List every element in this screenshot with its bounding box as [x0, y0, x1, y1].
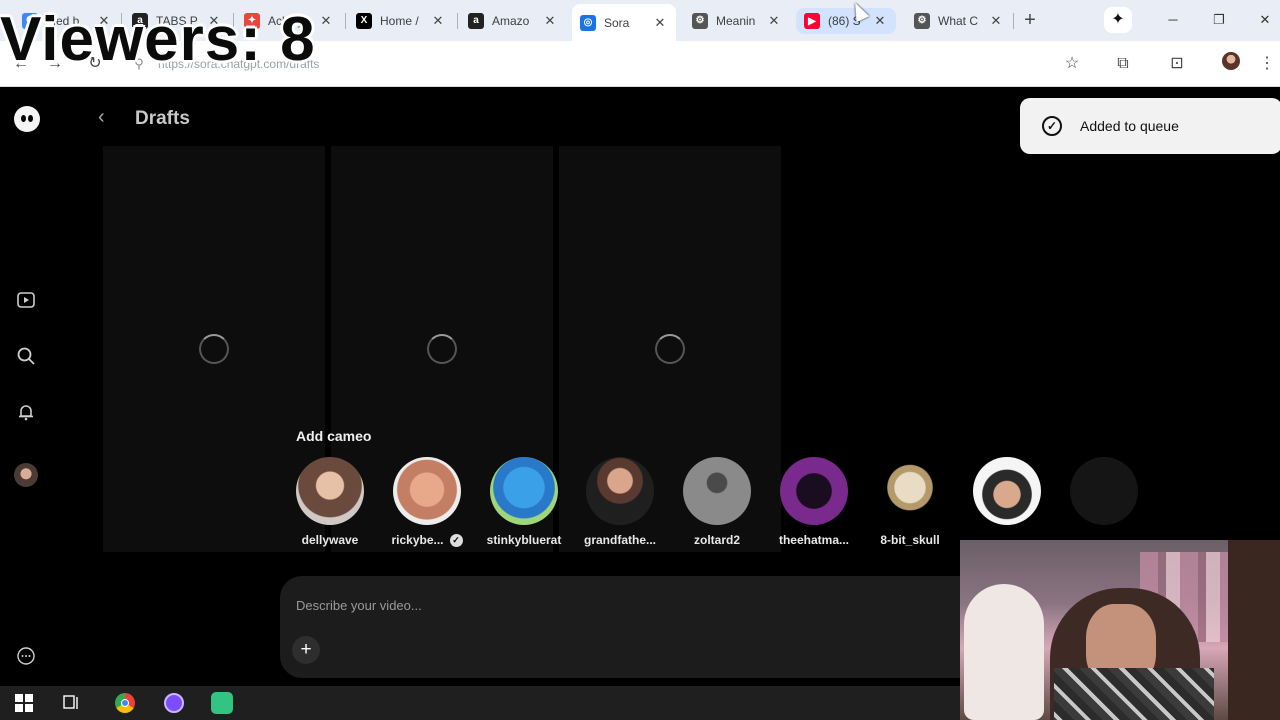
verified-badge-icon: ✓	[449, 534, 463, 548]
default-user-icon	[683, 457, 751, 525]
viewer-count-overlay: Viewers: 8	[0, 5, 316, 74]
amazon-icon: a	[468, 12, 484, 29]
avatar	[1070, 457, 1138, 525]
close-icon[interactable]: ✕	[430, 13, 446, 29]
tab-sora[interactable]: ◎ Sora ✕	[572, 4, 676, 41]
profile-avatar[interactable]	[14, 463, 38, 487]
chrome-logo	[115, 693, 135, 713]
tab-label: Meanin	[716, 13, 756, 28]
screen: G Med b ✕ a TABS P ✕ ✦ Ackley ✕ X Home /…	[0, 0, 1280, 720]
task-view-icon[interactable]	[60, 692, 84, 714]
minimize-icon[interactable]: ─	[1163, 9, 1183, 31]
more-options-icon[interactable]	[14, 644, 38, 668]
prompt-composer[interactable]: Describe your video... +	[280, 576, 1040, 678]
tab-amazon[interactable]: a Amazo ✕	[460, 6, 566, 35]
loading-spinner-icon	[655, 334, 685, 364]
toast-message: Added to queue	[1080, 118, 1179, 134]
notifications-bell-icon[interactable]	[14, 400, 38, 424]
new-tab-button[interactable]: +	[1020, 9, 1040, 31]
avatar	[14, 463, 38, 487]
avatar	[973, 457, 1041, 525]
profile-avatar[interactable]	[1222, 52, 1240, 70]
cameo-name: theehatma...	[778, 533, 850, 547]
tab-label: What C	[938, 13, 979, 28]
cameo-name: grandfathe...	[583, 533, 656, 547]
cast-icon[interactable]: ⊡	[1166, 53, 1188, 75]
windows-start-icon[interactable]	[12, 692, 36, 714]
close-icon[interactable]: ✕	[988, 13, 1004, 29]
close-icon[interactable]: ✕	[872, 13, 888, 29]
avatar	[296, 457, 364, 525]
cameo-name-text: rickybe...	[391, 533, 444, 547]
streamer-shirt	[1054, 668, 1214, 720]
loading-spinner-icon	[199, 334, 229, 364]
loading-spinner-icon	[427, 334, 457, 364]
chrome-profile-icon[interactable]	[162, 692, 186, 714]
check-circle-icon: ✓	[1042, 116, 1062, 136]
tab-meaning[interactable]: ⚙ Meanin ✕	[684, 6, 790, 35]
tab-youtube[interactable]: ▶ (86) S ✕	[796, 8, 896, 34]
tab-x-home[interactable]: X Home / ✕	[348, 6, 454, 35]
avatar	[393, 457, 461, 525]
avatar	[780, 457, 848, 525]
cameo-section-title: Add cameo	[296, 428, 372, 444]
cameo-name: zoltard2	[693, 533, 740, 547]
avatar	[490, 457, 558, 525]
cameo-name: dellywave	[301, 533, 359, 547]
openai-icon: ⚙	[692, 12, 708, 29]
close-icon[interactable]: ✕	[652, 15, 668, 31]
cameo-item[interactable]	[1056, 457, 1152, 525]
chrome-icon[interactable]	[113, 692, 137, 714]
plush-toy	[964, 584, 1044, 720]
webcam-overlay	[960, 540, 1280, 720]
background-door	[1228, 540, 1280, 720]
prompt-input[interactable]: Describe your video...	[296, 598, 422, 613]
toast-notification: ✓ Added to queue	[1020, 98, 1280, 154]
app-icon[interactable]	[210, 692, 234, 714]
youtube-icon: ▶	[804, 13, 820, 29]
search-icon[interactable]	[14, 344, 38, 368]
windows-taskbar	[0, 686, 960, 720]
tab-label: Home /	[380, 13, 419, 28]
avatar	[586, 457, 654, 525]
openai-icon: ⚙	[914, 12, 930, 29]
close-icon[interactable]: ✕	[318, 13, 334, 29]
cameo-item[interactable]: zoltard2	[669, 457, 765, 547]
tab-label: Amazo	[492, 13, 530, 28]
cameo-item[interactable]	[959, 457, 1055, 533]
tab-divider	[457, 13, 458, 29]
cameo-item[interactable]: rickybe... ✓	[379, 457, 475, 548]
tab-divider	[345, 13, 346, 29]
cameo-name: stinkybluerat	[486, 533, 562, 547]
extensions-icon[interactable]: ⧉	[1112, 53, 1134, 75]
tab-divider	[1013, 13, 1014, 29]
tab-what[interactable]: ⚙ What C ✕	[906, 6, 1012, 35]
bookmark-star-icon[interactable]: ☆	[1061, 53, 1083, 75]
gemini-icon[interactable]: ✦	[1104, 7, 1132, 33]
sora-icon: ◎	[580, 14, 596, 31]
close-window-icon[interactable]: ✕	[1255, 9, 1275, 31]
avatar	[876, 457, 944, 525]
video-library-icon[interactable]	[14, 288, 38, 312]
back-chevron-icon[interactable]: ‹	[98, 106, 105, 129]
tab-label: Sora	[604, 15, 630, 30]
cameo-item[interactable]: theehatma...	[766, 457, 862, 547]
restore-icon[interactable]: ❐	[1209, 9, 1229, 31]
menu-kebab-icon[interactable]: ⋮	[1256, 53, 1278, 75]
cameo-item[interactable]: 8-bit_skull	[862, 457, 958, 547]
cameo-item[interactable]: stinkybluerat	[476, 457, 572, 547]
cameo-name: 8-bit_skull	[880, 533, 940, 547]
close-icon[interactable]: ✕	[766, 13, 782, 29]
add-attachment-button[interactable]: +	[292, 636, 320, 664]
cameo-name: rickybe... ✓	[379, 533, 475, 548]
page-title: Drafts	[135, 108, 190, 129]
x-icon: X	[356, 12, 372, 29]
sora-logo-icon[interactable]	[14, 106, 40, 132]
cameo-item[interactable]: dellywave	[282, 457, 378, 547]
close-icon[interactable]: ✕	[542, 13, 558, 29]
cameo-item[interactable]: grandfathe...	[572, 457, 668, 547]
profile-logo	[164, 693, 184, 713]
app-logo	[211, 692, 233, 714]
